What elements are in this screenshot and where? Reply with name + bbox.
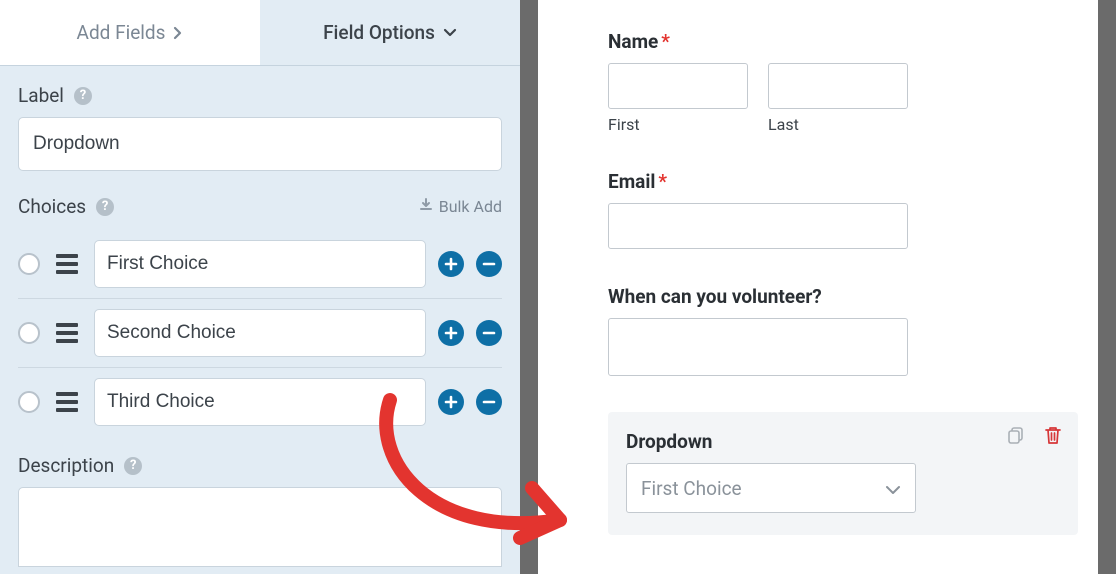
scrollbar-edge	[1098, 0, 1116, 574]
drag-handle-icon[interactable]	[56, 323, 82, 343]
dropdown-select[interactable]: First Choice	[626, 463, 916, 513]
help-icon[interactable]: ?	[124, 457, 142, 475]
tab-label: Add Fields	[77, 21, 166, 44]
choice-input[interactable]	[94, 309, 426, 357]
add-choice-button[interactable]	[438, 389, 464, 415]
tab-add-fields[interactable]: Add Fields	[0, 0, 260, 65]
panel-divider	[520, 0, 556, 574]
help-icon[interactable]: ?	[96, 198, 114, 216]
volunteer-field: When can you volunteer?	[608, 285, 1092, 376]
email-input[interactable]	[608, 203, 908, 249]
dropdown-value: First Choice	[641, 477, 742, 500]
add-choice-button[interactable]	[438, 251, 464, 277]
add-choice-button[interactable]	[438, 320, 464, 346]
drag-handle-icon[interactable]	[56, 254, 82, 274]
default-choice-radio[interactable]	[18, 322, 40, 344]
required-asterisk: *	[658, 170, 667, 193]
last-sublabel: Last	[768, 115, 908, 134]
remove-choice-button[interactable]	[476, 389, 502, 415]
choices-list	[18, 230, 502, 436]
default-choice-radio[interactable]	[18, 253, 40, 275]
choice-input[interactable]	[94, 378, 426, 426]
default-choice-radio[interactable]	[18, 391, 40, 413]
chevron-right-icon	[173, 26, 183, 40]
choice-row	[18, 299, 502, 368]
first-name-input[interactable]	[608, 63, 748, 109]
selected-field-card[interactable]: Dropdown First Choice	[608, 412, 1078, 535]
remove-choice-button[interactable]	[476, 320, 502, 346]
first-sublabel: First	[608, 115, 748, 134]
panel-tabs: Add Fields Field Options	[0, 0, 520, 66]
bulk-add-label: Bulk Add	[439, 197, 502, 216]
choice-row	[18, 230, 502, 299]
bulk-add-button[interactable]: Bulk Add	[419, 197, 502, 216]
email-field: Email*	[608, 170, 1092, 249]
volunteer-input[interactable]	[608, 318, 908, 376]
description-heading: Description	[18, 454, 114, 477]
required-asterisk: *	[661, 30, 670, 53]
name-label: Name*	[608, 30, 1092, 53]
tab-label: Field Options	[323, 21, 435, 44]
tab-field-options[interactable]: Field Options	[260, 0, 520, 65]
choices-heading: Choices	[18, 195, 86, 218]
drag-handle-icon[interactable]	[56, 392, 82, 412]
last-name-input[interactable]	[768, 63, 908, 109]
download-icon	[419, 197, 433, 216]
choice-row	[18, 368, 502, 436]
volunteer-label: When can you volunteer?	[608, 285, 1092, 308]
help-icon[interactable]: ?	[74, 87, 92, 105]
choice-input[interactable]	[94, 240, 426, 288]
field-options-panel: Add Fields Field Options Label ? Choic	[0, 0, 520, 574]
remove-choice-button[interactable]	[476, 251, 502, 277]
description-textarea[interactable]	[18, 487, 502, 567]
field-label-input[interactable]	[18, 117, 502, 171]
email-label: Email*	[608, 170, 1092, 193]
form-preview: Name* First Last Email* When can you vol…	[556, 0, 1116, 574]
duplicate-icon[interactable]	[1006, 424, 1028, 446]
trash-icon[interactable]	[1042, 424, 1064, 446]
label-heading: Label	[18, 84, 64, 107]
chevron-down-icon	[885, 477, 901, 500]
chevron-down-icon	[443, 28, 457, 38]
name-field: Name* First Last	[608, 30, 1092, 134]
dropdown-label: Dropdown	[626, 430, 1060, 453]
